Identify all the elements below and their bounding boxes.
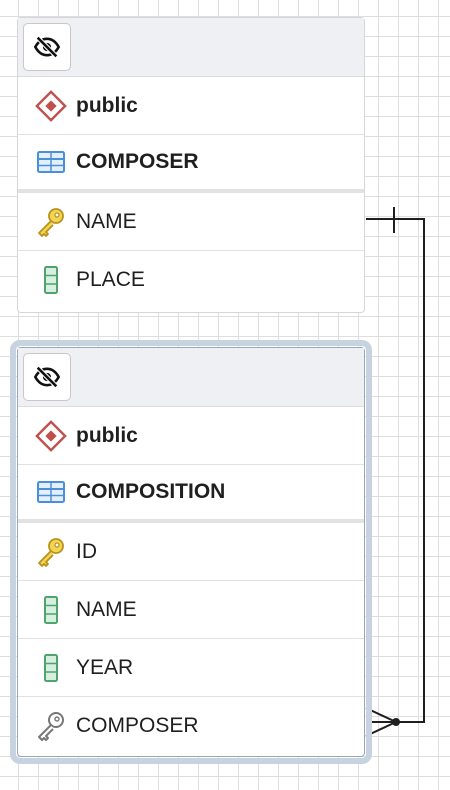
schema-icon	[34, 89, 68, 123]
column-row-name[interactable]: NAME	[18, 581, 364, 639]
column-row-year[interactable]: YEAR	[18, 639, 364, 697]
table-icon	[34, 475, 68, 509]
column-row-composer[interactable]: COMPOSER	[18, 697, 364, 755]
column-icon	[34, 651, 68, 685]
column-label: YEAR	[76, 655, 134, 679]
schema-row[interactable]: public	[18, 407, 364, 465]
column-row-name[interactable]: NAME	[18, 193, 364, 251]
column-icon	[34, 263, 68, 297]
eye-off-icon	[33, 33, 61, 61]
column-label: ID	[76, 539, 97, 563]
table-icon	[34, 145, 68, 179]
schema-icon	[34, 419, 68, 453]
column-label: NAME	[76, 209, 137, 233]
foreign-key-icon	[34, 709, 68, 743]
node-header	[18, 18, 364, 77]
node-header	[18, 348, 364, 407]
schema-row[interactable]: public	[18, 77, 364, 135]
table-name-label: COMPOSITION	[76, 480, 226, 503]
column-label: NAME	[76, 597, 137, 621]
column-icon	[34, 593, 68, 627]
table-node-composition[interactable]: public COMPOSITION ID NAME YEAR COMPOSER	[17, 347, 365, 757]
table-name-label: COMPOSER	[76, 150, 199, 173]
visibility-toggle-button[interactable]	[23, 23, 71, 71]
table-node-composer[interactable]: public COMPOSER NAME PLACE	[17, 17, 365, 313]
relationship-edge[interactable]	[365, 207, 425, 737]
primary-key-icon	[34, 535, 68, 569]
table-name-row[interactable]: COMPOSITION	[18, 465, 364, 523]
column-row-place[interactable]: PLACE	[18, 251, 364, 309]
eye-off-icon	[33, 363, 61, 391]
table-name-row[interactable]: COMPOSER	[18, 135, 364, 193]
schema-label: public	[76, 93, 138, 117]
primary-key-icon	[34, 205, 68, 239]
visibility-toggle-button[interactable]	[23, 353, 71, 401]
column-label: COMPOSER	[76, 714, 199, 737]
column-label: PLACE	[76, 268, 145, 291]
schema-label: public	[76, 423, 138, 447]
column-row-id[interactable]: ID	[18, 523, 364, 581]
